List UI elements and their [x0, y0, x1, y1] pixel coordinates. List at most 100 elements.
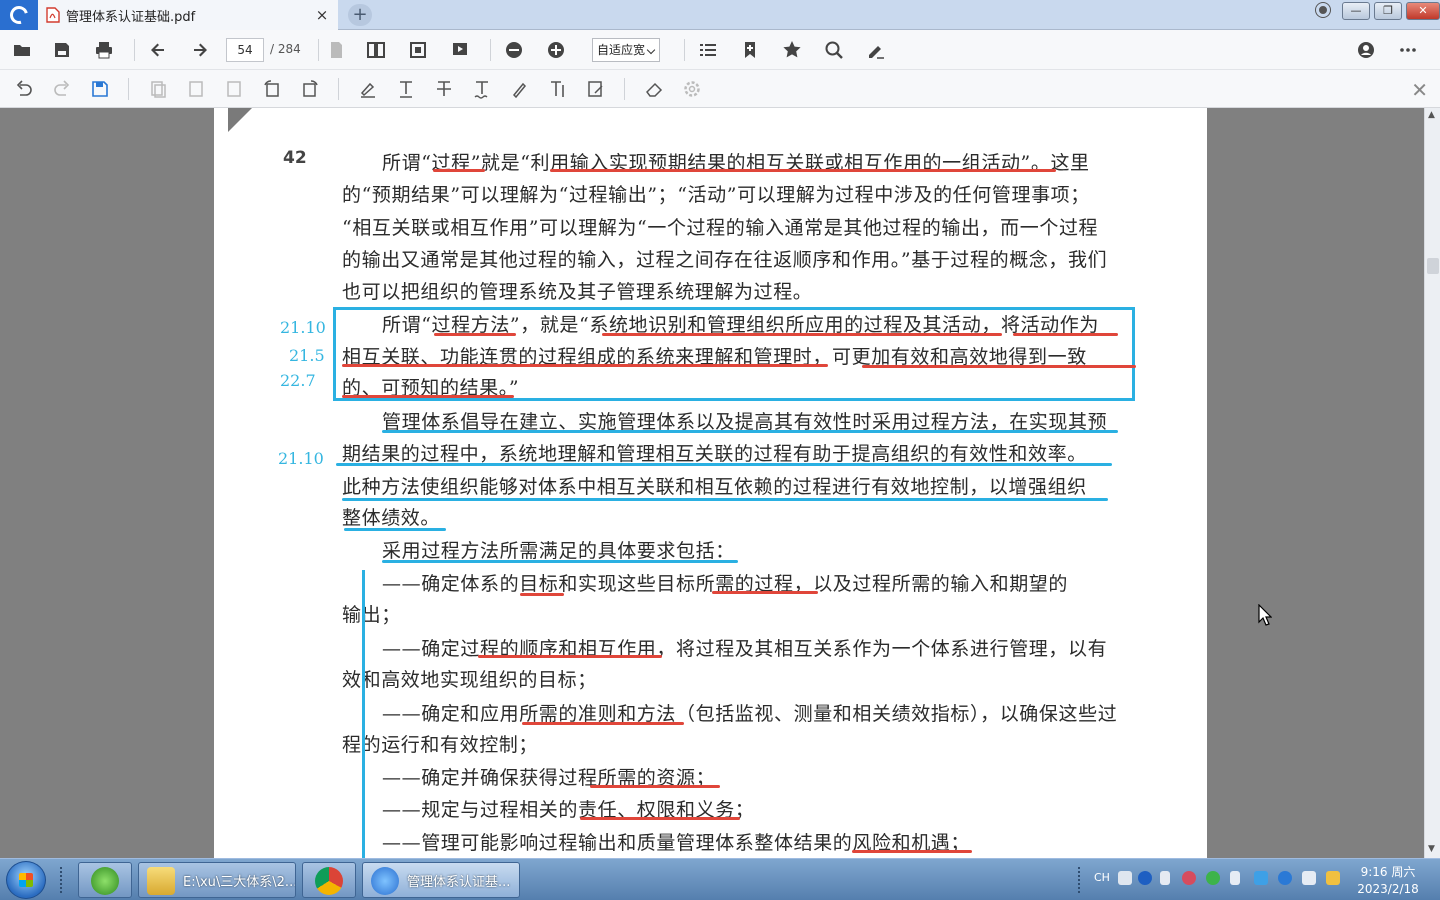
red-underline[interactable]	[520, 593, 564, 596]
text-line: 期结果的过程中，系统地理解和管理相互关联的过程有助于提高组织的有效性和效率。	[342, 443, 1087, 465]
search-icon[interactable]	[820, 36, 848, 64]
squiggly-text-icon[interactable]	[468, 75, 496, 103]
tray-arrow-icon[interactable]	[1160, 871, 1170, 885]
next-page-icon[interactable]	[186, 36, 214, 64]
red-underline[interactable]	[433, 169, 485, 172]
taskbar-refresh-app[interactable]	[78, 862, 132, 898]
zoom-out-icon[interactable]	[500, 36, 528, 64]
action-center-flag-icon[interactable]	[1326, 871, 1340, 885]
taskbar-pdf-reader[interactable]: 管理体系认证基...	[362, 862, 520, 898]
blue-underline[interactable]	[382, 560, 738, 563]
display-icon[interactable]	[1302, 871, 1316, 885]
text-box-icon[interactable]	[544, 75, 572, 103]
favorite-star-icon[interactable]	[778, 36, 806, 64]
vertical-scrollbar[interactable]: ▲ ▼	[1424, 108, 1440, 858]
folder-icon	[147, 867, 175, 895]
red-underline[interactable]	[342, 364, 828, 367]
tab-close-icon[interactable]: ×	[314, 6, 330, 24]
minimize-button[interactable]: —	[1342, 2, 1370, 20]
volume-icon[interactable]	[1230, 871, 1240, 885]
scroll-thumb[interactable]	[1427, 258, 1439, 274]
fit-page-icon[interactable]	[404, 36, 432, 64]
taskbar-explorer-label: E:\xu\三大体系\2...	[183, 874, 296, 890]
network-icon[interactable]	[1278, 871, 1292, 885]
red-underline[interactable]	[550, 169, 1056, 172]
two-page-icon[interactable]	[362, 36, 390, 64]
margin-note: 22.7	[280, 371, 316, 390]
outline-list-icon[interactable]	[694, 36, 722, 64]
antivirus-icon[interactable]	[1182, 871, 1196, 885]
blue-underline[interactable]	[344, 528, 446, 531]
red-underline[interactable]	[852, 850, 972, 853]
pdf-reader-icon	[371, 867, 399, 895]
more-options-icon[interactable]	[1394, 36, 1422, 64]
taskbar-chrome[interactable]	[302, 862, 356, 898]
red-underline[interactable]	[522, 722, 684, 725]
keyboard-icon[interactable]	[1118, 871, 1132, 885]
highlight-icon[interactable]	[354, 75, 382, 103]
user-account-icon[interactable]	[1352, 36, 1380, 64]
underline-text-icon[interactable]	[392, 75, 420, 103]
strikethrough-icon[interactable]	[430, 75, 458, 103]
eraser-icon[interactable]	[640, 75, 668, 103]
blue-highlight-box[interactable]	[333, 307, 1135, 401]
blue-underline[interactable]	[336, 463, 1112, 466]
note-edit-icon[interactable]	[582, 75, 610, 103]
document-tab[interactable]: 管理体系认证基础.pdf ×	[38, 0, 338, 30]
page-number-input[interactable]: 54	[226, 38, 264, 62]
restore-button[interactable]: ❐	[1374, 2, 1402, 20]
windows-taskbar: E:\xu\三大体系\2... 管理体系认证基... CH 9:16 周六 20…	[0, 858, 1440, 900]
red-underline[interactable]	[478, 655, 662, 658]
red-underline[interactable]	[342, 395, 514, 398]
system-clock[interactable]: 9:16 周六 2023/2/18	[1352, 864, 1424, 898]
extract-page-icon[interactable]	[220, 75, 248, 103]
previous-page-icon[interactable]	[144, 36, 172, 64]
red-underline[interactable]	[862, 365, 1136, 368]
signature-pen-icon[interactable]	[862, 36, 890, 64]
taskbar-file-explorer[interactable]: E:\xu\三大体系\2...	[138, 862, 296, 898]
print-icon[interactable]	[90, 36, 118, 64]
input-language-indicator[interactable]: CH	[1094, 871, 1110, 884]
insert-page-icon[interactable]	[182, 75, 210, 103]
pin-icon[interactable]	[1316, 3, 1330, 17]
blue-margin-line[interactable]	[362, 570, 365, 860]
scroll-down-icon[interactable]: ▼	[1428, 844, 1435, 854]
rotate-right-icon[interactable]	[296, 75, 324, 103]
close-window-button[interactable]: ✕	[1406, 2, 1440, 20]
presentation-icon[interactable]	[446, 36, 474, 64]
scroll-up-icon[interactable]: ▲	[1428, 110, 1435, 120]
red-underline[interactable]	[434, 333, 516, 336]
settings-gear-icon[interactable]	[678, 75, 706, 103]
single-page-icon[interactable]	[322, 36, 350, 64]
help-icon[interactable]	[1138, 871, 1152, 885]
text-line: 效和高效地实现组织的目标；	[342, 669, 597, 691]
copy-page-icon[interactable]	[144, 75, 172, 103]
redo-icon[interactable]	[48, 75, 76, 103]
cloud-sync-icon[interactable]	[1254, 871, 1268, 885]
undo-icon[interactable]	[10, 75, 38, 103]
save-cloud-icon[interactable]	[48, 36, 76, 64]
mouse-cursor-icon	[1258, 604, 1272, 626]
text-line: 此种方法使组织能够对体系中相互关联和相互依赖的过程进行有效地控制，以增强组织	[342, 476, 1087, 498]
zoom-mode-select[interactable]: 自适应宽	[592, 38, 660, 62]
open-folder-icon[interactable]	[8, 36, 36, 64]
text-line: “相互关联或相互作用”可以理解为“一个过程的输入通常是其他过程的输出，而一个过程	[342, 217, 1099, 239]
zoom-in-icon[interactable]	[542, 36, 570, 64]
text-line: 输出；	[342, 604, 401, 626]
new-tab-button[interactable]: +	[348, 4, 372, 26]
red-underline[interactable]	[602, 333, 1002, 336]
app-logo-icon[interactable]	[0, 0, 38, 30]
rotate-left-icon[interactable]	[258, 75, 286, 103]
blue-underline[interactable]	[342, 498, 1108, 501]
red-underline[interactable]	[712, 591, 818, 594]
red-underline[interactable]	[590, 785, 720, 788]
blue-underline[interactable]	[382, 430, 1118, 433]
close-toolbar-icon[interactable]: ✕	[1411, 78, 1428, 102]
red-underline[interactable]	[580, 817, 740, 820]
pencil-draw-icon[interactable]	[506, 75, 534, 103]
wechat-icon[interactable]	[1206, 871, 1220, 885]
start-button[interactable]	[6, 861, 46, 899]
add-bookmark-icon[interactable]	[736, 36, 764, 64]
save-icon[interactable]	[86, 75, 114, 103]
red-underline[interactable]	[1013, 333, 1118, 336]
